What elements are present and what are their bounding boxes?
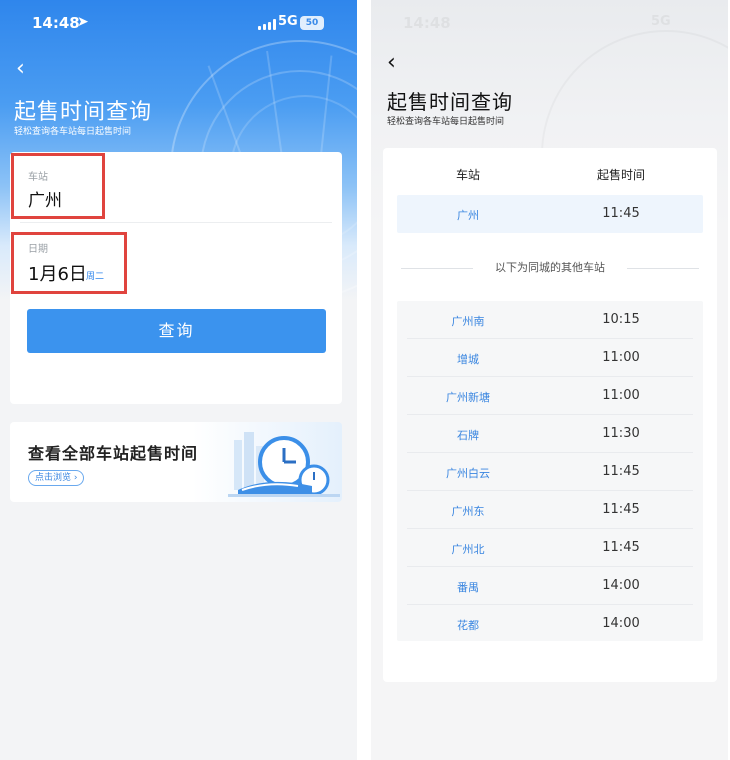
sale-time: 11:00 — [602, 350, 640, 365]
table-row-main-station[interactable]: 广州 11:45 — [397, 195, 703, 233]
station-name: 广州北 — [451, 543, 485, 556]
back-chevron-icon[interactable]: ‹ — [387, 52, 396, 74]
page-subtitle: 轻松查询各车站每日起售时间 — [387, 117, 505, 127]
table-row[interactable]: 广州新塘 11:00 — [397, 377, 703, 415]
query-form-screen: 14:48 ➤ 5G 50 ‹ 起售时间查询 轻松查询各车站每日起售时间 车站 … — [0, 0, 357, 760]
clock-train-illustration-icon — [228, 432, 340, 497]
sale-time: 11:45 — [602, 540, 640, 555]
station-name: 增城 — [457, 353, 479, 366]
sale-time: 14:00 — [602, 578, 640, 593]
network-type: 5G — [651, 14, 671, 29]
status-time: 14:48 — [32, 14, 80, 32]
sale-time: 11:45 — [602, 464, 640, 479]
promo-title: 查看全部车站起售时间 — [28, 444, 199, 463]
back-chevron-icon[interactable]: ‹ — [16, 58, 25, 80]
status-bar: 14:48 ➤ 5G 50 — [0, 0, 357, 48]
browse-link[interactable]: 点击浏览 › — [28, 470, 85, 486]
station-name: 番禺 — [457, 581, 479, 594]
station-name: 广州南 — [451, 315, 485, 328]
table-row[interactable]: 花都 14:00 — [397, 605, 703, 643]
sale-time: 11:45 — [602, 502, 640, 517]
sale-time: 11:30 — [602, 426, 640, 441]
sale-time: 11:00 — [602, 388, 640, 403]
sale-time: 10:15 — [602, 312, 640, 327]
table-row[interactable]: 广州南 10:15 — [397, 301, 703, 339]
table-row[interactable]: 番禺 14:00 — [397, 567, 703, 605]
station-name: 广州新塘 — [446, 391, 490, 404]
station-name: 花都 — [457, 619, 479, 632]
date-highlight-box — [11, 232, 127, 294]
sale-time: 14:00 — [602, 616, 640, 631]
station-name: 石牌 — [457, 429, 479, 442]
table-row[interactable]: 增城 11:00 — [397, 339, 703, 377]
other-stations-label: 以下为同城的其他车站 — [495, 261, 605, 274]
table-row[interactable]: 广州北 11:45 — [397, 529, 703, 567]
page-title: 起售时间查询 — [387, 90, 513, 114]
table-row[interactable]: 石牌 11:30 — [397, 415, 703, 453]
column-header-time: 起售时间 — [596, 168, 645, 182]
column-header-station: 车站 — [455, 168, 480, 182]
signal-icon — [258, 19, 276, 30]
query-result-screen: 14:48 5G ‹ 起售时间查询 轻松查询各车站每日起售时间 车站 起售时间 … — [371, 0, 728, 760]
station-name: 广州东 — [451, 505, 485, 518]
field-divider — [20, 222, 332, 223]
table-row[interactable]: 广州东 11:45 — [397, 491, 703, 529]
network-type: 5G — [278, 14, 298, 29]
status-time: 14:48 — [403, 14, 451, 32]
location-arrow-icon: ➤ — [77, 14, 89, 30]
all-stations-promo-card[interactable]: 查看全部车站起售时间 点击浏览 › — [10, 422, 342, 502]
result-card: 车站 起售时间 广州 11:45 以下为同城的其他车站 广州南 10:15 增城… — [383, 148, 717, 682]
station-highlight-box — [11, 153, 105, 219]
station-name: 广州白云 — [446, 467, 490, 480]
station-name: 广州 — [457, 209, 479, 222]
page-title: 起售时间查询 — [14, 100, 153, 125]
page-subtitle: 轻松查询各车站每日起售时间 — [14, 127, 132, 137]
table-row[interactable]: 广州白云 11:45 — [397, 453, 703, 491]
other-stations-divider: 以下为同城的其他车站 — [401, 260, 699, 276]
sale-time: 11:45 — [602, 206, 640, 221]
other-stations-list: 广州南 10:15 增城 11:00 广州新塘 11:00 石牌 11:30 广… — [397, 301, 703, 641]
battery-icon: 50 — [300, 16, 324, 30]
query-button[interactable]: 查询 — [27, 309, 326, 353]
